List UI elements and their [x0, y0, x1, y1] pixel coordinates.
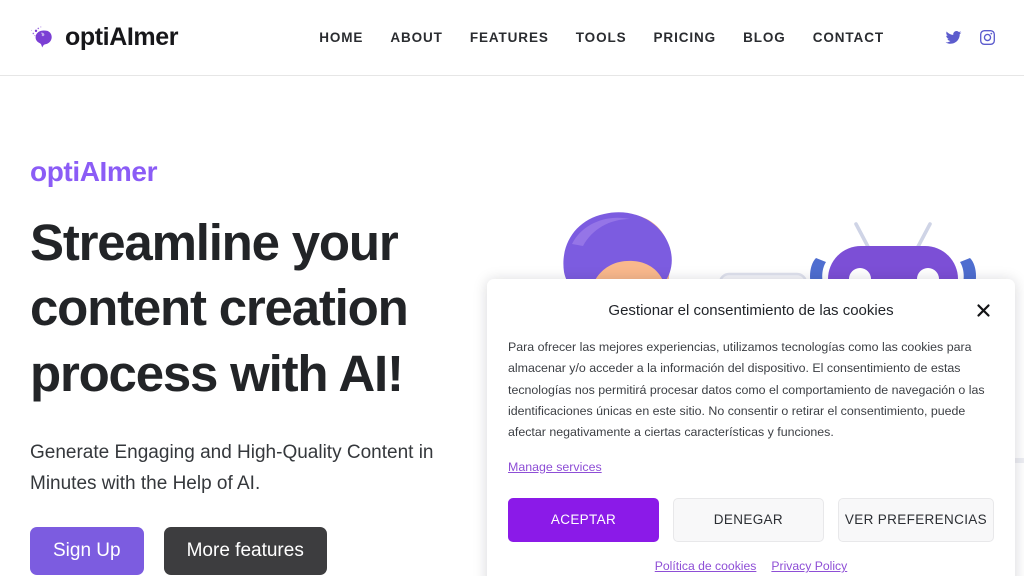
brand-logo[interactable]: optiAImer [30, 23, 178, 52]
close-icon[interactable] [970, 297, 996, 323]
page-scrollbar[interactable] [1016, 0, 1024, 576]
hero-copy: optiAImer Streamline your content creati… [30, 156, 500, 576]
more-features-button[interactable]: More features [163, 527, 327, 576]
hero-eyebrow: optiAImer [30, 156, 158, 187]
cookie-consent-dialog: Gestionar el consentimiento de las cooki… [487, 279, 1015, 576]
cookie-dialog-header: Gestionar el consentimiento de las cooki… [508, 295, 994, 325]
cookie-dialog-body: Para ofrecer las mejores experiencias, u… [508, 340, 985, 440]
social-links [945, 29, 996, 46]
twitter-icon[interactable] [945, 29, 962, 46]
nav-item-pricing[interactable]: PRICING [654, 20, 717, 55]
hero-subtitle: Generate Engaging and High-Quality Conte… [30, 441, 434, 494]
manage-services-link[interactable]: Manage services [508, 460, 602, 474]
hero-actions: Sign Up More features [30, 527, 500, 576]
accept-cookies-button[interactable]: ACEPTAR [508, 497, 659, 543]
nav-item-contact[interactable]: CONTACT [813, 20, 884, 55]
page-title: Streamline your content creation process… [30, 214, 409, 402]
brand-name: optiAImer [65, 23, 179, 51]
scrollbar-thumb[interactable] [1017, 0, 1023, 96]
view-preferences-button[interactable]: VER PREFERENCIAS [837, 497, 995, 543]
nav-item-blog[interactable]: BLOG [743, 20, 786, 55]
instagram-icon[interactable] [979, 29, 996, 46]
cookie-policy-link[interactable]: Política de cookies [655, 559, 757, 573]
cookie-dialog-actions: ACEPTAR DENEGAR VER PREFERENCIAS [508, 497, 995, 543]
deny-cookies-button[interactable]: DENEGAR [672, 497, 824, 543]
cookie-dialog-title: Gestionar el consentimiento de las cooki… [608, 301, 894, 319]
sign-up-button[interactable]: Sign Up [30, 527, 144, 576]
nav-item-features[interactable]: FEATURES [470, 20, 549, 55]
cookie-dialog-footer: Política de cookies Privacy Policy [508, 559, 994, 573]
nav-item-tools[interactable]: TOOLS [576, 20, 627, 55]
nav-item-home[interactable]: HOME [319, 20, 363, 55]
brain-head-icon [30, 25, 56, 51]
privacy-policy-link[interactable]: Privacy Policy [771, 559, 847, 573]
nav-item-about[interactable]: ABOUT [390, 20, 443, 55]
site-header: optiAImer HOME ABOUT FEATURES TOOLS PRIC… [0, 0, 1024, 76]
manage-services-row: Manage services [508, 458, 994, 476]
main-navigation: HOME ABOUT FEATURES TOOLS PRICING BLOG C… [319, 20, 996, 55]
